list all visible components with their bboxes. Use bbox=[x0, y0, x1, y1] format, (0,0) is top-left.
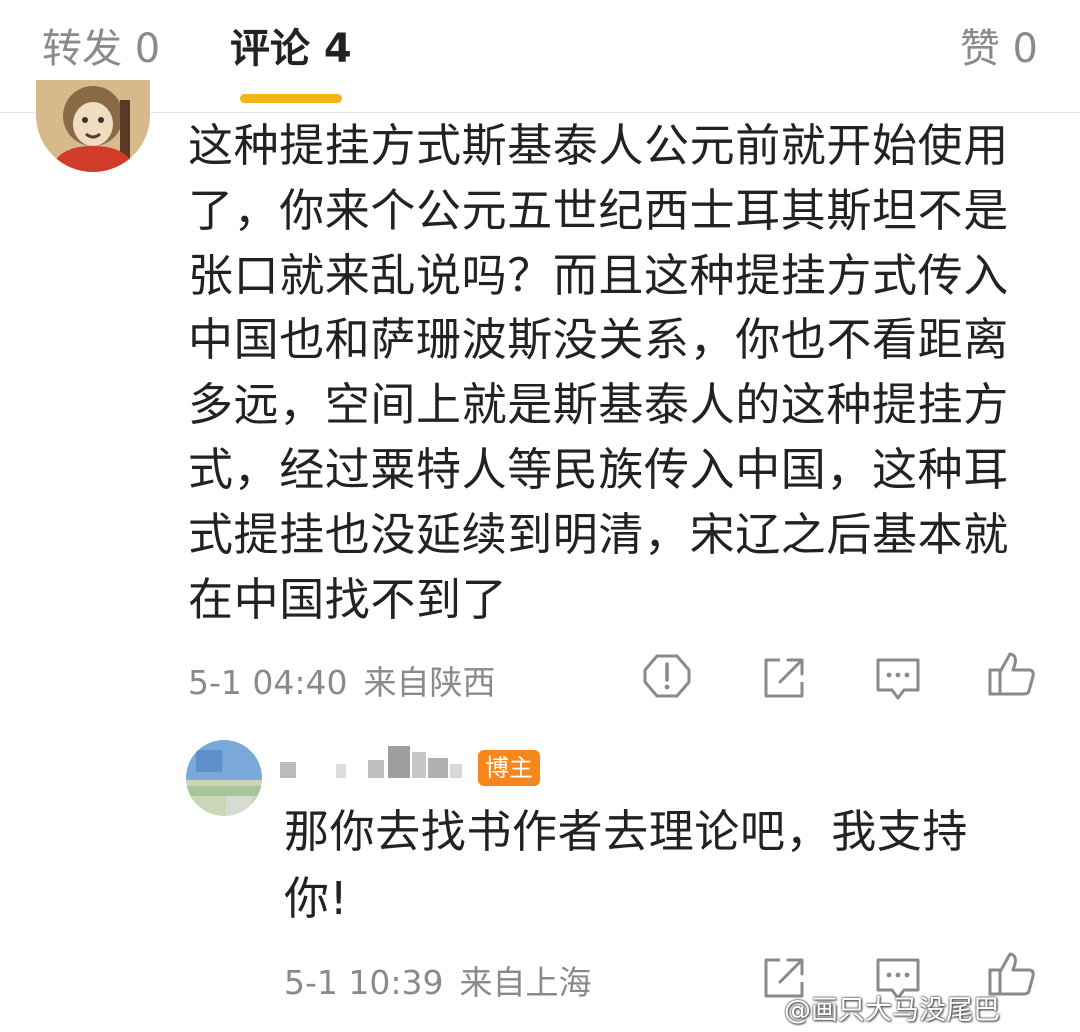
reply-location: 来自上海 bbox=[459, 963, 592, 1002]
reply-text: 那你去找书作者去理论吧，我支持你! bbox=[284, 805, 969, 925]
tab-bar: 转发 0 评论 4 赞 0 bbox=[0, 0, 1080, 113]
share-icon[interactable] bbox=[758, 652, 810, 704]
reply-meta: 5-1 10:39 来自上海 bbox=[284, 956, 592, 1004]
reply-avatar[interactable] bbox=[186, 740, 262, 816]
avatar[interactable] bbox=[36, 80, 150, 172]
report-icon[interactable] bbox=[641, 650, 693, 702]
tab-repost[interactable]: 转发 0 bbox=[42, 24, 160, 74]
comment-location: 来自陕西 bbox=[363, 663, 496, 702]
active-tab-indicator bbox=[240, 94, 342, 103]
author-badge: 博主 bbox=[478, 750, 540, 786]
watermark: @画只大马没尾巴 bbox=[784, 995, 1000, 1026]
like-icon[interactable] bbox=[986, 648, 1038, 700]
comment-meta: 5-1 04:40 来自陕西 bbox=[188, 656, 496, 704]
reply-username-blurred bbox=[278, 742, 468, 782]
reply-icon[interactable] bbox=[872, 652, 924, 704]
comment-text: 这种提挂方式斯基泰人公元前就开始使用了，你来个公元五世纪西士耳其斯坦不是张口就来… bbox=[188, 119, 1009, 626]
reply-time: 5-1 10:39 bbox=[284, 963, 444, 1002]
tab-likes[interactable]: 赞 0 bbox=[960, 24, 1038, 74]
tab-comments[interactable]: 评论 4 bbox=[230, 24, 352, 74]
comment-time: 5-1 04:40 bbox=[188, 663, 348, 702]
